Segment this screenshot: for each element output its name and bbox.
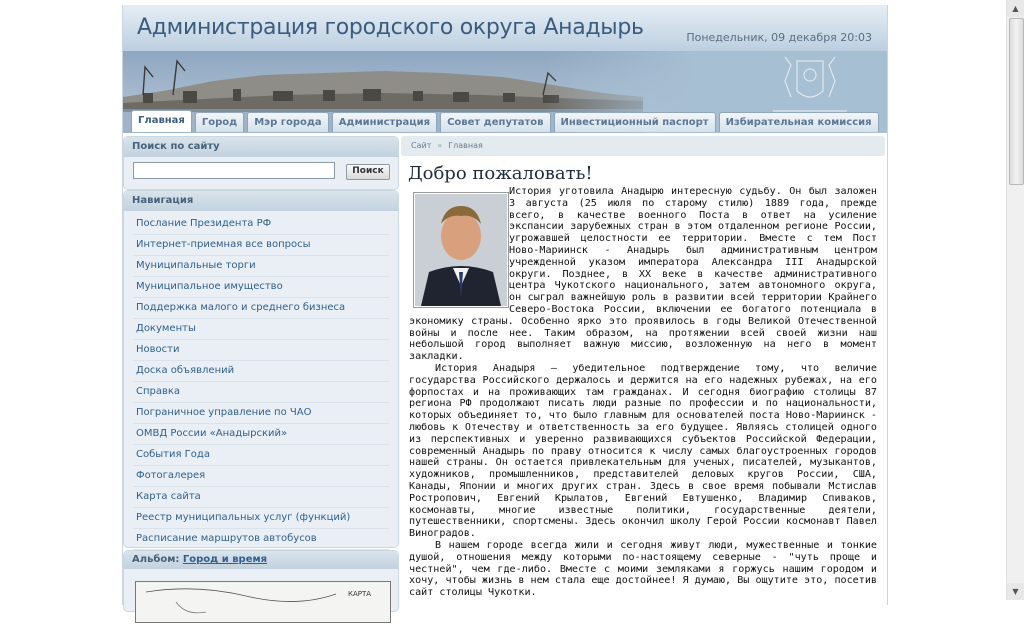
mayor-portrait-photo [413, 192, 509, 308]
scroll-down-arrow-icon[interactable]: ▼ [1007, 583, 1024, 600]
page-container: Администрация городского округа Анадырь … [122, 5, 888, 623]
nav-item-documents[interactable]: Документы [133, 319, 389, 340]
nav-item-border-administration[interactable]: Пограничное управление по ЧАО [133, 403, 389, 424]
breadcrumb-current: Главная [448, 141, 483, 150]
article-paragraph-3: В нашем городе всегда жили и сегодня жив… [409, 539, 877, 599]
title-bar: Администрация городского округа Анадырь … [123, 5, 887, 52]
search-panel-title: Поиск по сайту [124, 137, 398, 157]
breadcrumb-root[interactable]: Сайт [411, 141, 431, 150]
site-header: Администрация городского округа Анадырь … [123, 5, 887, 133]
navigation-panel-title: Навигация [124, 191, 398, 211]
portrait-image [415, 194, 507, 306]
tab-mayor[interactable]: Мэр города [247, 112, 329, 132]
tab-main[interactable]: Главная [131, 110, 192, 132]
current-date: Понедельник, 09 декабря 20:03 [686, 31, 872, 44]
nav-item-president-message[interactable]: Послание Президента РФ [133, 214, 389, 235]
tab-administration[interactable]: Администрация [331, 112, 438, 132]
breadcrumb: Сайт » Главная [401, 136, 885, 156]
navigation-panel: Навигация Послание Президента РФ Интерне… [123, 190, 399, 550]
nav-item-site-map[interactable]: Карта сайта [133, 487, 389, 508]
nav-item-reference[interactable]: Справка [133, 382, 389, 403]
nav-item-photo-gallery[interactable]: Фотогалерея [133, 466, 389, 487]
nav-item-year-events[interactable]: События Года [133, 445, 389, 466]
tab-city[interactable]: Город [194, 112, 245, 132]
album-label: Альбом: [132, 554, 180, 565]
breadcrumb-separator: » [437, 141, 443, 150]
search-button[interactable]: Поиск [346, 164, 390, 180]
album-panel: Альбом: Город и время КАРТА [123, 550, 399, 623]
nav-item-business-support[interactable]: Поддержка малого и среднего бизнеса [133, 298, 389, 319]
nav-item-municipal-property[interactable]: Муниципальное имущество [133, 277, 389, 298]
site-title[interactable]: Администрация городского округа Анадырь [137, 15, 644, 40]
album-thumbnail-map[interactable]: КАРТА [135, 581, 391, 623]
page-scrollbar[interactable]: ▲ ▼ [1006, 0, 1024, 600]
nav-item-services-registry[interactable]: Реестр муниципальных услуг (функций) [133, 508, 389, 529]
nav-item-internet-reception[interactable]: Интернет-приемная все вопросы [133, 235, 389, 256]
album-thumb-caption: КАРТА [348, 590, 371, 598]
tab-investment[interactable]: Инвестиционный паспорт [553, 112, 716, 132]
scroll-up-arrow-icon[interactable]: ▲ [1007, 0, 1024, 17]
article-paragraph-2: История Анадыря – убедительное подтвержд… [409, 362, 877, 540]
nav-item-bulletin-board[interactable]: Доска объявлений [133, 361, 389, 382]
nav-item-bus-schedule[interactable]: Расписание маршрутов автобусов [133, 529, 389, 550]
main-tabs: Главная Город Мэр города Администрация С… [131, 110, 879, 133]
tab-election-commission[interactable]: Избирательная комиссия [718, 112, 879, 132]
search-input[interactable] [133, 162, 335, 179]
map-sketch-icon: КАРТА [145, 588, 371, 614]
nav-item-police[interactable]: ОМВД России «Анадырский» [133, 424, 389, 445]
search-panel: Поиск по сайту Поиск [123, 136, 399, 190]
navigation-list: Послание Президента РФ Интернет-приемная… [124, 211, 398, 550]
nav-item-municipal-tenders[interactable]: Муниципальные торги [133, 256, 389, 277]
tab-council[interactable]: Совет депутатов [440, 112, 551, 132]
scrollbar-thumb[interactable] [1009, 18, 1024, 185]
page-title: Добро пожаловать! [408, 163, 593, 184]
nav-item-news[interactable]: Новости [133, 340, 389, 361]
album-panel-title: Альбом: Город и время [124, 551, 398, 569]
album-link[interactable]: Город и время [183, 554, 267, 565]
